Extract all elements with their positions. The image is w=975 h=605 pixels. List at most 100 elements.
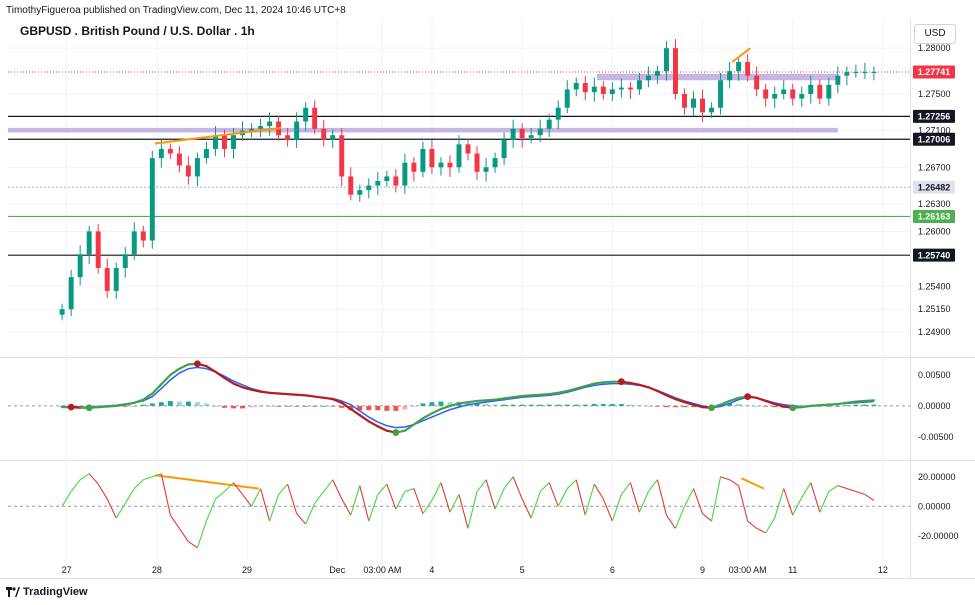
- macd-histogram-bar: [582, 404, 588, 406]
- x-tick-label: 4: [429, 565, 434, 575]
- oscillator-segment: [593, 483, 604, 500]
- signal-line-segment: [322, 396, 334, 401]
- macd-histogram-bar: [835, 405, 841, 407]
- oscillator-segment: [720, 476, 730, 481]
- candle: [122, 246, 128, 278]
- y-tick-label: 1.25150: [918, 304, 951, 314]
- currency-button[interactable]: USD: [914, 24, 956, 44]
- tradingview-brand: TradingView: [6, 586, 88, 598]
- signal-line-segment: [764, 399, 776, 406]
- oscillator-segment: [666, 514, 676, 529]
- candle: [871, 66, 877, 81]
- oscillator-segment: [188, 541, 198, 549]
- macd-histogram-bar: [122, 405, 128, 407]
- oscillator-segment: [169, 514, 180, 529]
- oscillator-segment: [178, 528, 189, 543]
- signal-line-segment: [457, 401, 470, 405]
- signal-line-segment: [674, 397, 686, 404]
- osc-y-tick-label: 0.00000: [918, 501, 951, 511]
- x-tick-label: 27: [62, 565, 72, 575]
- candle-body: [447, 162, 453, 168]
- symbol-title[interactable]: GBPUSD . British Pound / U.S. Dollar . 1…: [20, 24, 255, 38]
- candle-body: [330, 135, 336, 140]
- oscillator-segment: [115, 503, 126, 519]
- macd-histogram-bar: [672, 405, 678, 408]
- candle-body: [59, 309, 65, 315]
- macd-histogram-bar: [194, 402, 200, 406]
- macd-histogram-bar: [402, 405, 408, 410]
- oscillator-segment: [269, 494, 280, 522]
- candle: [231, 127, 236, 159]
- candle-body: [483, 167, 489, 172]
- oscillator-segment: [774, 488, 785, 519]
- oscillator-segment: [512, 476, 523, 500]
- macd-histogram-bar: [366, 405, 372, 411]
- candle: [862, 62, 868, 79]
- candle: [411, 157, 417, 182]
- oscillator-segment: [837, 485, 848, 490]
- candle-body: [203, 148, 209, 159]
- macd-histogram-bar: [176, 401, 182, 406]
- macd-histogram-bar: [844, 405, 850, 407]
- candle: [799, 86, 805, 107]
- oscillator-segment: [431, 482, 442, 501]
- oscillator-segment: [711, 476, 722, 522]
- candle: [645, 66, 651, 88]
- candle: [817, 79, 823, 105]
- candle-body: [808, 84, 814, 95]
- macd-histogram-bar: [149, 403, 155, 406]
- candle-body: [862, 72, 868, 74]
- candle-body: [573, 83, 579, 90]
- macd-y-tick-label: -0.00500: [918, 432, 954, 442]
- oscillator-segment: [97, 483, 108, 500]
- oscillator-segment: [70, 479, 81, 492]
- candle-body: [167, 148, 173, 154]
- candle: [609, 82, 615, 101]
- macd-histogram-bar: [555, 404, 561, 406]
- candle-body: [231, 135, 236, 149]
- candle: [158, 139, 164, 168]
- y-tick-label: 1.25400: [918, 281, 951, 291]
- candle-body: [745, 61, 751, 76]
- candle-body: [672, 48, 678, 95]
- candle-body: [348, 176, 354, 195]
- candle: [420, 141, 426, 178]
- macd-histogram-bar: [203, 403, 209, 406]
- candle-body: [86, 231, 92, 255]
- macd-histogram-bar: [429, 402, 435, 406]
- candle: [483, 158, 489, 182]
- price-label-text: 1.27741: [918, 67, 951, 77]
- candle-body: [627, 87, 633, 90]
- macd-histogram-bar: [483, 404, 489, 406]
- oscillator-segment: [476, 479, 487, 492]
- osc-y-tick-label: 20.00000: [918, 472, 956, 482]
- candle-body: [77, 254, 83, 278]
- oscillator-segment: [611, 494, 622, 522]
- candle-body: [194, 158, 200, 177]
- candle: [86, 225, 92, 264]
- candle: [519, 123, 525, 148]
- candle-body: [691, 98, 697, 108]
- macd-histogram-bar: [285, 405, 291, 407]
- signal-line-segment: [178, 363, 190, 370]
- candle: [375, 171, 381, 196]
- macd-histogram-bar: [330, 405, 336, 407]
- candle-body: [537, 128, 543, 136]
- candle-body: [438, 162, 444, 168]
- macd-histogram-bar: [736, 404, 742, 406]
- candle-body: [555, 107, 561, 120]
- oscillator-segment: [846, 488, 857, 493]
- signal-line-segment: [809, 404, 821, 407]
- candle: [555, 100, 561, 130]
- candle-body: [844, 72, 850, 76]
- macd-histogram-bar: [411, 405, 417, 407]
- candle: [321, 119, 327, 147]
- candle-body: [294, 121, 300, 140]
- signal-line-segment: [286, 393, 298, 396]
- chart-canvas: 27 28 29 Dec 03:00 AM 4 5 6 9 03:00 AM 11 12 1.28000…: [0, 18, 975, 579]
- candle-body: [654, 71, 660, 76]
- osc-divergence-trendline: [154, 474, 259, 490]
- oscillator-segment: [467, 491, 478, 529]
- oscillator-segment: [521, 498, 532, 519]
- candle-body: [591, 86, 597, 93]
